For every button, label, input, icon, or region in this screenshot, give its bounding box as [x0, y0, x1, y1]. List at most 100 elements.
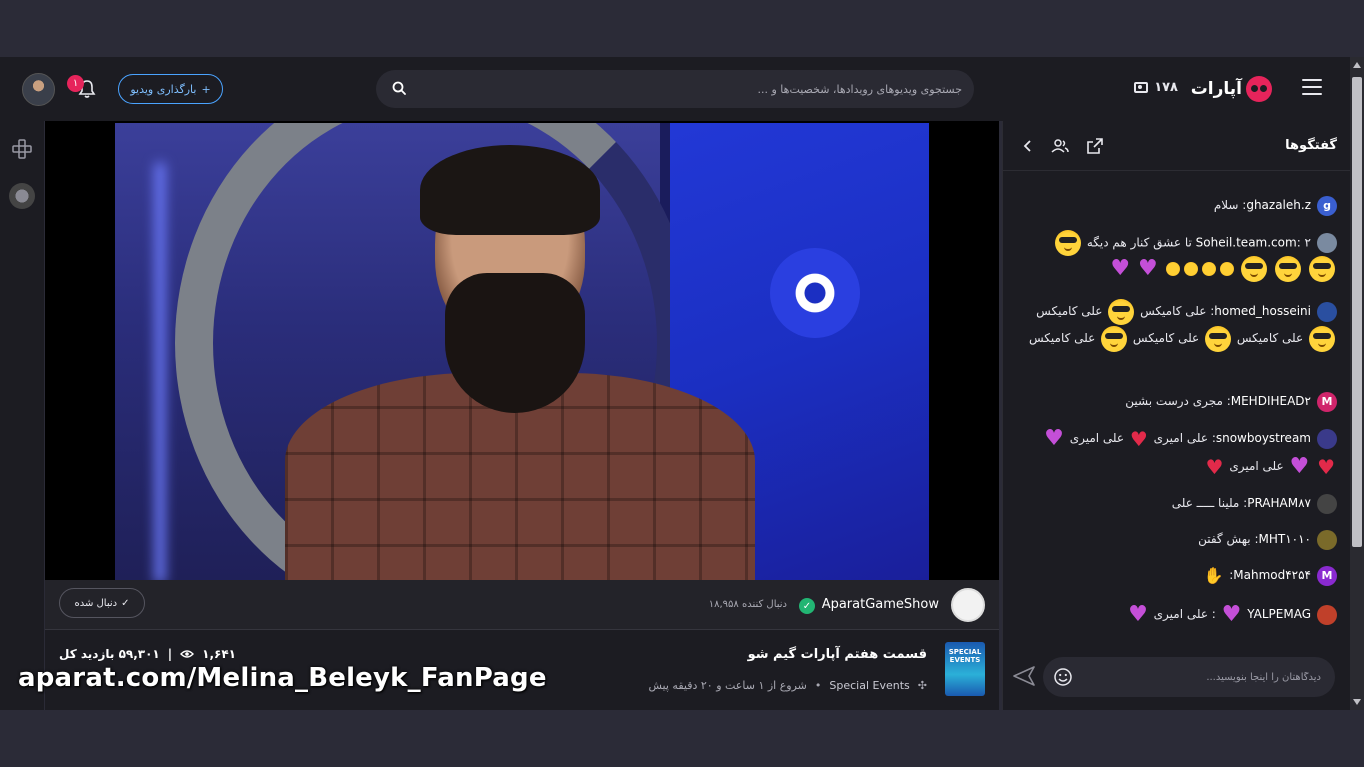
upload-video-button[interactable]: بارگذاری ویدیو +	[118, 74, 223, 104]
red-heart-icon: ♥	[1205, 454, 1224, 479]
cool-emoji-icon	[1205, 325, 1232, 352]
screen-top-band	[0, 0, 1364, 57]
chat-panel: گفتگوها g ghazaleh.z: سلام Soheil.team.co…	[1002, 121, 1351, 710]
current-viewers: ۱,۶۴۱	[202, 647, 236, 661]
live-viewers-indicator[interactable]: ۱۷۸	[1134, 80, 1178, 95]
aparat-logo[interactable]: آپارات	[1191, 75, 1272, 103]
chat-user-avatar[interactable]: M	[1317, 391, 1337, 412]
video-player[interactable]	[45, 121, 999, 580]
chat-message: snowboystream: علی امیری ♥ علی امیری ♥ ♥…	[1017, 424, 1337, 480]
chat-user-avatar[interactable]	[1317, 604, 1337, 625]
channel-avatar[interactable]	[951, 588, 985, 622]
gamepad-icon[interactable]	[12, 139, 32, 159]
upload-label: بارگذاری ویدیو	[130, 82, 197, 96]
chat-user-avatar[interactable]	[1317, 428, 1337, 449]
chat-text: علی کامیکس	[1132, 331, 1200, 345]
chat-header: گفتگوها	[1003, 121, 1351, 171]
send-icon[interactable]	[1013, 666, 1035, 686]
chat-text: علی امیری	[1229, 459, 1284, 473]
chat-text: علی کامیکس	[1236, 331, 1304, 345]
chat-composer	[1043, 657, 1335, 697]
channel-bar: AparatGameShow ✓ ۱۸,۹۵۸ دنبال کننده دنبا…	[45, 580, 999, 630]
chat-message: Soheil.team.com: ۲ تا عشق کنار هم دیگه ♥…	[1017, 230, 1337, 282]
chat-text: : علی کامیکس	[1140, 304, 1215, 318]
cool-emoji-icon	[1108, 298, 1135, 325]
purple-heart-icon: ♥	[1110, 256, 1131, 281]
search-icon[interactable]	[392, 81, 406, 95]
chat-text: علی کامیکس	[1028, 331, 1096, 345]
channel-name[interactable]: AparatGameShow	[822, 597, 939, 612]
left-rail	[0, 121, 44, 710]
followed-channel-avatar[interactable]	[9, 183, 35, 209]
purple-heart-icon: ♥	[1289, 453, 1310, 479]
chat-user-avatar[interactable]: M	[1317, 565, 1337, 586]
chat-username[interactable]: PRAHAM۸۷	[1247, 496, 1311, 510]
video-meta: ✣ Special Events • شروع از ۱ ساعت و ۲۰ د…	[649, 679, 927, 692]
popout-icon[interactable]	[1086, 137, 1104, 155]
chat-user-avatar[interactable]: g	[1317, 195, 1337, 216]
chat-text: : مجری درست بشین	[1125, 394, 1231, 408]
chat-username[interactable]: Soheil.team.com	[1196, 236, 1297, 250]
watermark-text: aparat.com/Melina_Beleyk_FanPage	[18, 663, 547, 693]
total-views: ۵۹,۳۰۱ بازدید کل	[59, 647, 160, 661]
chat-text: : علی امیری	[1153, 607, 1216, 621]
user-avatar[interactable]	[22, 73, 55, 106]
view-stats: ۱,۶۴۱ | ۵۹,۳۰۱ بازدید کل	[59, 647, 236, 661]
purple-heart-icon: ♥	[1044, 425, 1064, 451]
follow-button[interactable]: دنبال شده ✓	[59, 588, 145, 618]
site-header: آپارات ۱۷۸ بارگذاری ویدیو + ۱	[0, 57, 1350, 121]
chat-text: : ملینا ـــــ علی	[1171, 496, 1248, 510]
follow-label: دنبال شده	[74, 597, 118, 609]
chat-text: : علی امیری	[1153, 431, 1216, 445]
users-icon[interactable]	[1051, 137, 1069, 155]
purple-heart-icon: ♥	[1137, 256, 1158, 281]
meta-separator: •	[814, 679, 822, 692]
chat-username[interactable]: snowboystream	[1216, 431, 1311, 445]
eye-icon	[180, 650, 195, 658]
verified-check-icon: ✓	[799, 598, 815, 614]
menu-icon[interactable]	[1302, 79, 1322, 95]
chat-text: : سلام	[1213, 198, 1247, 212]
chat-message: MHT۱۰۱۰: بهش گفتن	[1017, 527, 1337, 551]
chat-text: علی امیری	[1069, 431, 1125, 445]
screen-bottom-band	[0, 710, 1364, 767]
chat-username[interactable]: homed_hosseini	[1214, 304, 1311, 318]
chat-username[interactable]: MEHDIHEAD۲	[1231, 394, 1311, 408]
video-frame	[115, 123, 929, 580]
chat-user-avatar[interactable]	[1317, 301, 1337, 322]
search-input[interactable]	[416, 70, 964, 108]
pointing-hand-emoji-icon: ✋	[1203, 565, 1224, 585]
chat-username[interactable]: Mahmod۴۲۵۴	[1233, 568, 1311, 582]
scroll-thumb[interactable]	[1352, 77, 1362, 547]
chat-username[interactable]: MHT۱۰۱۰	[1259, 532, 1312, 546]
started-time: شروع از ۱ ساعت و ۲۰ دقیقه پیش	[648, 679, 807, 692]
chat-user-avatar[interactable]	[1317, 233, 1337, 253]
category-link[interactable]: Special Events	[829, 679, 909, 692]
category-thumbnail[interactable]: SPECIAL EVENTS	[945, 642, 985, 696]
plus-icon: +	[201, 82, 211, 96]
logo-text: آپارات	[1190, 79, 1242, 99]
stats-separator: |	[167, 647, 173, 661]
cool-emoji-icon	[1275, 256, 1302, 282]
purple-heart-icon: ♥	[1128, 601, 1148, 627]
emoji-picker-icon[interactable]	[1053, 667, 1073, 687]
chat-message: YALPEMAG ♥ : علی امیری ♥	[1017, 602, 1337, 626]
chat-user-avatar[interactable]	[1317, 493, 1337, 514]
chat-input[interactable]	[1083, 657, 1321, 697]
search-bar[interactable]	[376, 70, 974, 108]
chat-username[interactable]: ghazaleh.z	[1246, 198, 1311, 212]
collapse-chevron-icon[interactable]	[1019, 137, 1037, 155]
live-viewers-count: ۱۷۸	[1154, 80, 1178, 95]
page-scrollbar[interactable]	[1350, 57, 1364, 710]
scroll-down-arrow[interactable]	[1353, 699, 1361, 705]
cool-emoji-icon	[1309, 325, 1335, 352]
chat-message-list[interactable]: g ghazaleh.z: سلام Soheil.team.com: ۲ تا …	[1003, 173, 1351, 638]
red-heart-icon: ♥	[1317, 454, 1335, 479]
chat-message: M MEHDIHEAD۲: مجری درست بشین	[1017, 389, 1337, 413]
chat-message: g ghazaleh.z: سلام	[1017, 193, 1337, 217]
chat-username[interactable]: YALPEMAG	[1247, 607, 1311, 621]
star-eyes-emoji-icon	[1165, 262, 1180, 276]
scroll-up-arrow[interactable]	[1353, 62, 1361, 68]
cool-emoji-icon	[1309, 256, 1335, 282]
chat-user-avatar[interactable]	[1317, 529, 1337, 550]
